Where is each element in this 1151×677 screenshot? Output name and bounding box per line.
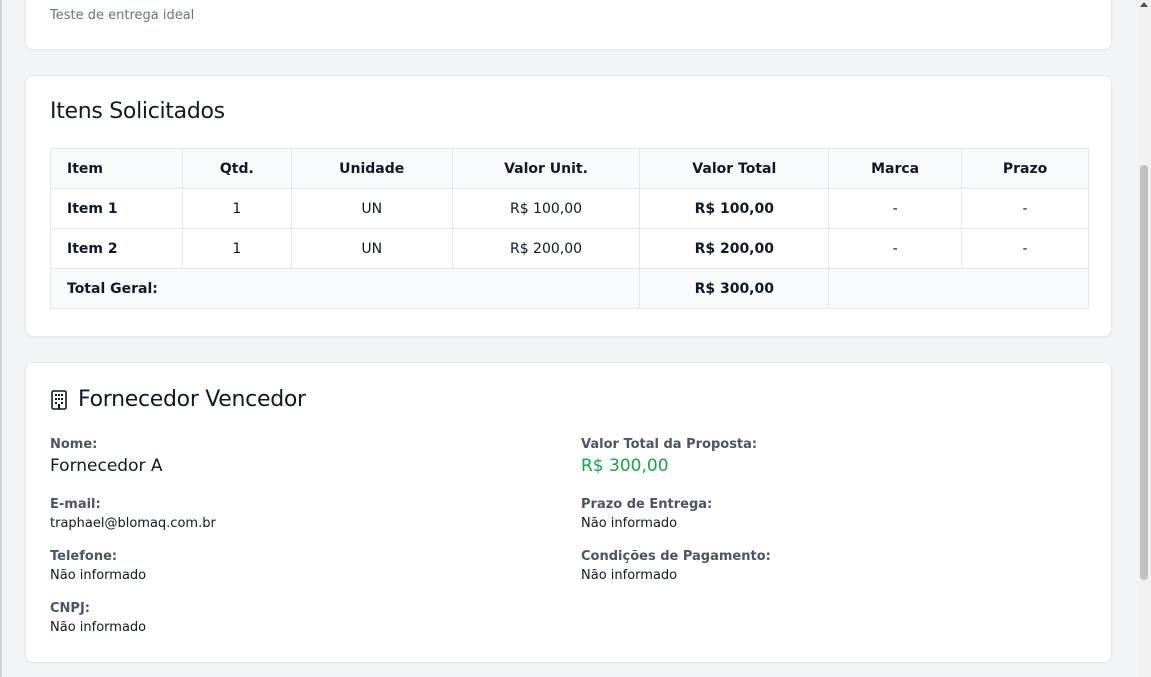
supplier-cnpj-field: CNPJ: Não informado [50, 601, 146, 635]
delivery-deadline-value: Não informado [581, 516, 678, 531]
cell-valor-total: R$ 100,00 [639, 188, 830, 229]
supplier-name-field: Nome: Fornecedor A [50, 437, 163, 476]
column-header-item: Item [50, 148, 183, 189]
supplier-phone-label: Telefone: [50, 549, 118, 564]
cell-qtd: 1 [181, 228, 292, 269]
left-edge-divider [0, 0, 2, 677]
items-card: Itens Solicitados Item Qtd. Unidade Valo… [25, 75, 1112, 337]
column-header-prazo: Prazo [961, 148, 1089, 189]
proposal-total-value: R$ 300,00 [581, 456, 669, 476]
payment-terms-label: Condições de Pagamento: [581, 549, 771, 564]
supplier-email-label: E-mail: [50, 497, 101, 512]
table-row: Item 1 1 UN R$ 100,00 R$ 100,00 - - [50, 188, 1089, 229]
cell-unidade: UN [290, 188, 453, 229]
supplier-phone-field: Telefone: Não informado [50, 549, 146, 583]
column-header-unidade: Unidade [290, 148, 453, 189]
cell-qtd: 1 [181, 188, 292, 229]
supplier-card: Fornecedor Vencedor Nome: Fornecedor A E… [25, 362, 1112, 663]
table-header-row: Item Qtd. Unidade Valor Unit. Valor Tota… [50, 148, 1089, 189]
cell-prazo: - [961, 228, 1089, 269]
cell-marca: - [828, 188, 963, 229]
scroll-up-arrow-icon[interactable] [1140, 2, 1148, 7]
items-table: Item Qtd. Unidade Valor Unit. Valor Tota… [49, 148, 1089, 309]
total-empty-cell [828, 268, 1089, 309]
table-total-row: Total Geral: R$ 300,00 [49, 268, 1089, 309]
proposal-total-field: Valor Total da Proposta: R$ 300,00 [581, 437, 757, 476]
delivery-deadline-field: Prazo de Entrega: Não informado [581, 497, 712, 531]
payment-terms-value: Não informado [581, 568, 678, 583]
cell-item: Item 1 [50, 188, 183, 229]
cell-valor-unit: R$ 200,00 [451, 228, 641, 269]
column-header-qtd: Qtd. [181, 148, 292, 189]
total-label: Total Geral: [49, 268, 641, 309]
description-card: Teste de entrega ideal [25, 0, 1112, 50]
items-section-title: Itens Solicitados [50, 99, 225, 124]
supplier-name-value: Fornecedor A [50, 456, 163, 476]
building-icon [51, 389, 67, 410]
cell-item: Item 2 [50, 228, 183, 269]
description-text: Teste de entrega ideal [50, 8, 195, 23]
cell-unidade: UN [290, 228, 453, 269]
vertical-scrollbar[interactable] [1137, 0, 1151, 677]
supplier-email-value: traphael@blomaq.com.br [50, 516, 216, 531]
column-header-valor-unit: Valor Unit. [451, 148, 641, 189]
cell-prazo: - [961, 188, 1089, 229]
supplier-cnpj-value: Não informado [50, 620, 147, 635]
cell-valor-total: R$ 200,00 [639, 228, 830, 269]
column-header-marca: Marca [828, 148, 963, 189]
cell-valor-unit: R$ 100,00 [451, 188, 641, 229]
proposal-total-label: Valor Total da Proposta: [581, 437, 758, 452]
scrollbar-thumb[interactable] [1140, 165, 1148, 580]
supplier-cnpj-label: CNPJ: [50, 601, 90, 616]
payment-terms-field: Condições de Pagamento: Não informado [581, 549, 771, 583]
supplier-header: Fornecedor Vencedor [50, 387, 306, 412]
cell-marca: - [828, 228, 963, 269]
supplier-name-label: Nome: [50, 437, 98, 452]
supplier-section-title: Fornecedor Vencedor [78, 387, 306, 412]
supplier-email-field: E-mail: traphael@blomaq.com.br [50, 497, 216, 531]
table-row: Item 2 1 UN R$ 200,00 R$ 200,00 - - [50, 228, 1089, 269]
column-header-valor-total: Valor Total [639, 148, 830, 189]
supplier-phone-value: Não informado [50, 568, 147, 583]
page-viewport: Teste de entrega ideal Itens Solicitados… [0, 0, 1137, 677]
delivery-deadline-label: Prazo de Entrega: [581, 497, 713, 512]
total-value: R$ 300,00 [639, 268, 830, 309]
